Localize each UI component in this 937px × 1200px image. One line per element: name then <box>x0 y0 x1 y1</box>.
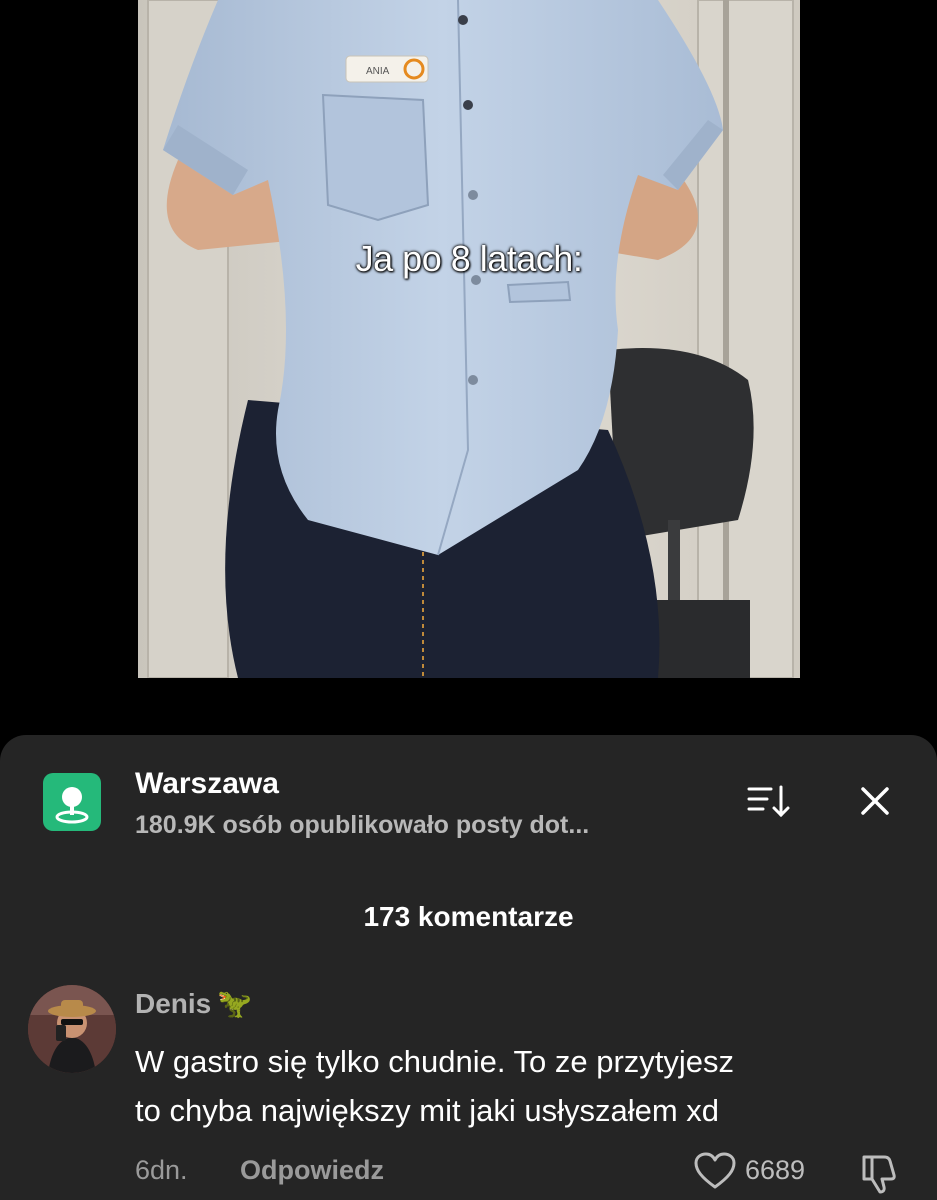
heart-icon[interactable] <box>693 1151 737 1191</box>
video-image: ANIA <box>138 0 800 678</box>
location-title[interactable]: Warszawa <box>135 767 279 801</box>
comment-text-line1: W gastro się tylko chudnie. To ze przyty… <box>135 1044 735 1079</box>
comment-timestamp: 6dn. <box>135 1155 188 1185</box>
location-subtitle[interactable]: 180.9K osób opublikowało posty dot... <box>135 811 589 840</box>
location-pin-icon[interactable] <box>43 773 101 831</box>
avatar[interactable] <box>28 985 116 1073</box>
close-icon[interactable] <box>855 781 895 821</box>
comment-text-line2: to chyba największy mit jaki usłyszałem … <box>135 1093 720 1128</box>
comment-text: W gastro się tylko chudnie. To ze przyty… <box>135 1037 915 1135</box>
comment-username[interactable]: Denis 🦖 <box>135 987 252 1020</box>
name-tag-text: ANIA <box>366 66 390 77</box>
comment-username-text[interactable]: Denis <box>135 988 211 1019</box>
sort-icon[interactable] <box>745 781 793 821</box>
dinosaur-emoji: 🦖 <box>217 988 253 1019</box>
reply-button[interactable]: Odpowiedz <box>240 1155 384 1186</box>
like-count: 6689 <box>745 1155 806 1185</box>
video-caption: Ja po 8 latach: <box>355 238 583 279</box>
video-frame[interactable]: ANIA Ja po 8 latach: <box>138 0 800 678</box>
dislike-icon[interactable] <box>858 1151 902 1195</box>
comment-count: 173 komentarze <box>363 901 574 932</box>
comments-sheet: Warszawa 180.9K osób opublikowało posty … <box>0 735 937 1200</box>
